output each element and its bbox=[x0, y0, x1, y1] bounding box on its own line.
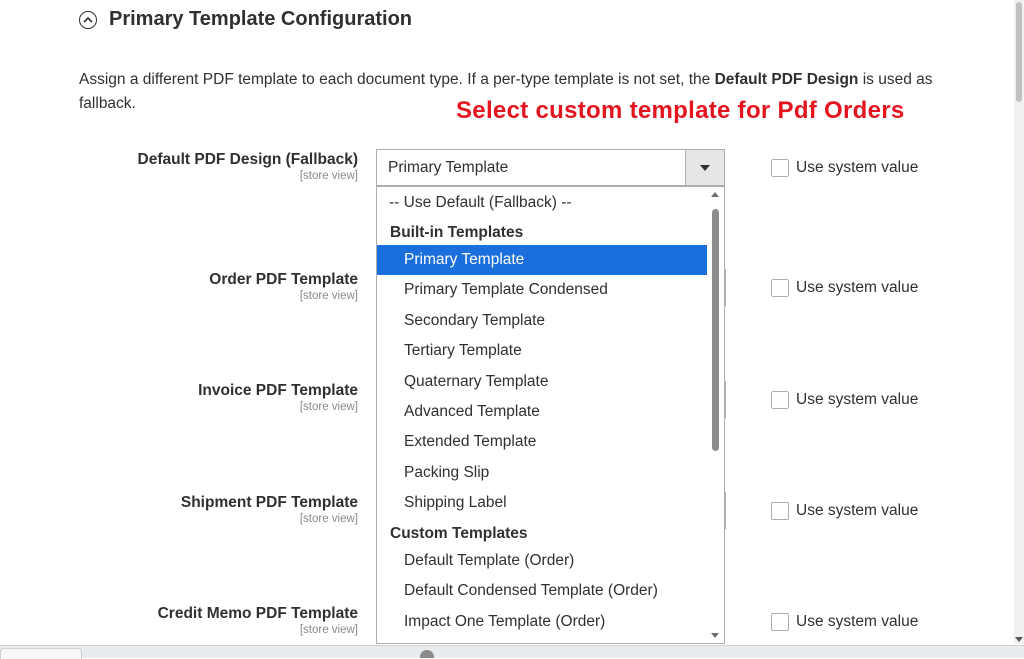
dropdown-scroll-thumb[interactable] bbox=[712, 209, 719, 451]
scope-label: [store view] bbox=[299, 401, 358, 413]
use-system-value-default[interactable]: Use system value bbox=[771, 159, 918, 177]
scroll-down-arrow-icon[interactable] bbox=[711, 633, 719, 638]
default-pdf-design-select[interactable]: Primary Template bbox=[376, 149, 725, 186]
dropdown-option[interactable]: Quaternary Template bbox=[377, 367, 708, 397]
checkbox[interactable] bbox=[771, 279, 789, 297]
dropdown-option[interactable]: Default Template (Order) bbox=[377, 546, 708, 576]
field-label-text: Shipment PDF Template bbox=[180, 494, 358, 511]
dropdown-option-use-default[interactable]: -- Use Default (Fallback) -- bbox=[377, 188, 720, 218]
checkbox-label[interactable]: Use system value bbox=[796, 502, 918, 520]
dropdown-option[interactable]: Default Condensed Template (Order) bbox=[377, 576, 708, 606]
select-arrow-button[interactable] bbox=[685, 150, 724, 185]
scope-label: [store view] bbox=[299, 513, 358, 525]
description-text-1: Assign a different PDF template to each … bbox=[79, 71, 715, 88]
section-header[interactable]: Primary Template Configuration bbox=[79, 8, 412, 31]
dropdown-option[interactable]: Packing Slip bbox=[377, 458, 708, 488]
use-system-value-order[interactable]: Use system value bbox=[771, 279, 918, 297]
select-value: Primary Template bbox=[388, 159, 509, 176]
scope-label: [store view] bbox=[299, 290, 358, 302]
annotation-text: Select custom template for Pdf Orders bbox=[456, 97, 905, 124]
dropdown-option[interactable]: Impact One Template (Order) bbox=[377, 607, 708, 637]
template-dropdown-list[interactable]: -- Use Default (Fallback) -- Built-in Te… bbox=[376, 186, 725, 644]
bottom-tab[interactable] bbox=[0, 648, 82, 659]
dropdown-scrollbar[interactable] bbox=[707, 187, 724, 643]
chevron-down-icon bbox=[700, 164, 710, 171]
page-scrollbar[interactable] bbox=[1014, 0, 1024, 644]
page-scroll-thumb[interactable] bbox=[1016, 2, 1022, 102]
checkbox[interactable] bbox=[771, 159, 789, 177]
dropdown-option[interactable]: Advanced Template bbox=[377, 397, 708, 427]
dropdown-option[interactable]: Secondary Template bbox=[377, 306, 708, 336]
section-title: Primary Template Configuration bbox=[109, 8, 413, 30]
field-label-text: Order PDF Template bbox=[209, 271, 358, 288]
use-system-value-invoice[interactable]: Use system value bbox=[771, 391, 918, 409]
checkbox[interactable] bbox=[771, 391, 789, 409]
field-label-shipment-pdf: Shipment PDF Template [store view] bbox=[181, 494, 358, 525]
collapse-icon[interactable] bbox=[79, 10, 97, 29]
checkbox[interactable] bbox=[771, 613, 789, 631]
field-label-text: Default PDF Design (Fallback) bbox=[137, 151, 358, 168]
field-label-default-pdf-design: Default PDF Design (Fallback) [store vie… bbox=[138, 151, 358, 182]
field-label-invoice-pdf: Invoice PDF Template [store view] bbox=[198, 382, 358, 413]
use-system-value-shipment[interactable]: Use system value bbox=[771, 502, 918, 520]
bottom-bar bbox=[0, 645, 1024, 659]
description-bold: Default PDF Design bbox=[714, 71, 859, 88]
dropdown-group-built-in: Built-in Templates bbox=[390, 224, 524, 241]
field-label-credit-memo-pdf: Credit Memo PDF Template [store view] bbox=[158, 605, 358, 636]
scope-label: [store view] bbox=[299, 170, 358, 182]
checkbox[interactable] bbox=[771, 502, 789, 520]
field-label-text: Invoice PDF Template bbox=[198, 382, 358, 399]
field-label-order-pdf: Order PDF Template [store view] bbox=[209, 271, 358, 302]
dropdown-option[interactable]: Shipping Label bbox=[377, 488, 708, 518]
checkbox-label[interactable]: Use system value bbox=[796, 613, 918, 631]
checkbox-label[interactable]: Use system value bbox=[796, 279, 918, 297]
scroll-down-arrow-icon[interactable] bbox=[1015, 637, 1023, 642]
dropdown-option[interactable]: Primary Template Condensed bbox=[377, 275, 708, 305]
dropdown-group-custom: Custom Templates bbox=[390, 525, 528, 542]
dropdown-option-selected[interactable]: Primary Template bbox=[377, 245, 708, 275]
field-label-text: Credit Memo PDF Template bbox=[157, 605, 358, 622]
dropdown-option[interactable]: Tertiary Template bbox=[377, 336, 708, 366]
checkbox-label[interactable]: Use system value bbox=[796, 391, 918, 409]
dropdown-option[interactable]: Extended Template bbox=[377, 427, 708, 457]
use-system-value-credit-memo[interactable]: Use system value bbox=[771, 613, 918, 631]
checkbox-label[interactable]: Use system value bbox=[796, 159, 918, 177]
scroll-up-arrow-icon[interactable] bbox=[711, 192, 719, 197]
scope-label: [store view] bbox=[299, 624, 358, 636]
